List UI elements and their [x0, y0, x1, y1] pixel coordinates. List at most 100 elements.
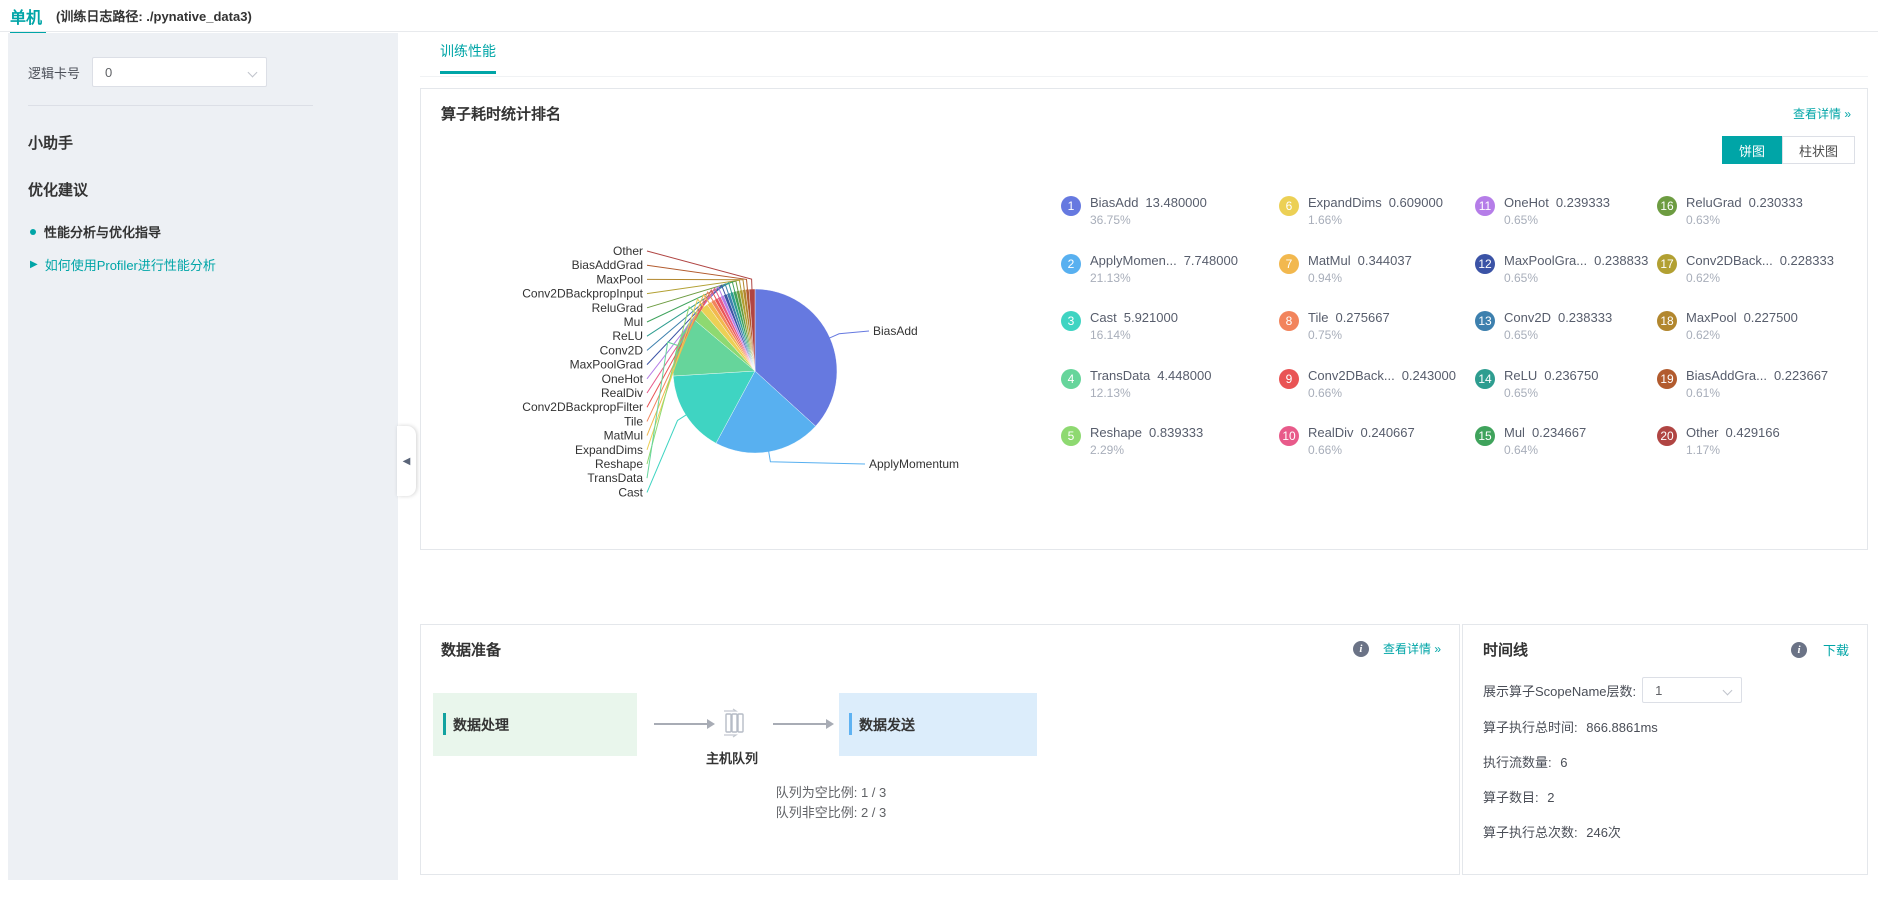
legend-item[interactable]: 4TransData4.44800012.13% — [1061, 368, 1279, 426]
data-flow-diagram: 数据处理 主机队列 数据发送 — [433, 693, 1443, 756]
accent-bar — [443, 713, 446, 735]
legend-percent: 2.29% — [1090, 443, 1203, 457]
queue-ratio-stats: 队列为空比例: 1 / 3队列非空比例: 2 / 3 — [621, 783, 1041, 823]
legend-item[interactable]: 5Reshape0.8393332.29% — [1061, 425, 1279, 483]
legend-item[interactable]: 11OneHot0.2393330.65% — [1475, 195, 1657, 253]
pie-leader-line — [769, 451, 865, 464]
download-link[interactable]: 下载 — [1823, 640, 1849, 659]
legend-percent: 0.61% — [1686, 386, 1828, 400]
operator-detail-link[interactable]: 查看详情 » — [1793, 105, 1851, 122]
sidebar-item-performance-advice[interactable]: 性能分析与优化指导 — [30, 222, 398, 241]
pie-leader-line — [829, 331, 869, 338]
pie-label: Conv2D — [600, 343, 644, 357]
info-icon[interactable]: i — [1353, 641, 1369, 657]
legend-rank-badge: 10 — [1279, 426, 1299, 446]
legend-item[interactable]: 20Other0.4291661.17% — [1657, 425, 1859, 483]
host-queue-label: 主机队列 — [670, 748, 794, 767]
legend-rank-badge: 16 — [1657, 196, 1677, 216]
chart-type-toggle: 饼图 柱状图 — [1722, 136, 1855, 164]
legend-item[interactable]: 8 Tile0.275667 0.75% — [1279, 310, 1475, 368]
legend-rank-badge: 8 — [1279, 311, 1299, 331]
legend-percent: 21.13% — [1090, 271, 1238, 285]
legend-name: MaxPoolGra...0.238833 — [1504, 253, 1648, 268]
legend-name: Cast5.921000 — [1090, 310, 1178, 325]
legend-item[interactable]: 14ReLU0.2367500.65% — [1475, 368, 1657, 426]
legend-percent: 0.65% — [1504, 213, 1610, 227]
pie-leader-line — [647, 415, 687, 493]
legend-item[interactable]: 6ExpandDims0.6090001.66% — [1279, 195, 1475, 253]
legend-name: Tile0.275667 — [1308, 310, 1390, 325]
bar-chart-button[interactable]: 柱状图 — [1782, 136, 1855, 164]
flow-step-data-processing[interactable]: 数据处理 — [433, 693, 637, 756]
legend-item[interactable]: 10RealDiv0.2406670.66% — [1279, 425, 1475, 483]
pie-label: Cast — [618, 485, 643, 499]
legend-name: ExpandDims0.609000 — [1308, 195, 1443, 210]
legend-name: RealDiv0.240667 — [1308, 425, 1415, 440]
logical-card-row: 逻辑卡号 0 — [8, 33, 398, 87]
legend-rank-badge: 7 — [1279, 254, 1299, 274]
legend-item[interactable]: 18MaxPool0.2275000.62% — [1657, 310, 1859, 368]
info-icon[interactable]: i — [1791, 642, 1807, 658]
legend-rank-badge: 9 — [1279, 369, 1299, 389]
legend-percent: 0.65% — [1504, 386, 1598, 400]
operator-chart-area: OtherBiasAddGradMaxPoolConv2DBackpropInp… — [421, 181, 1869, 541]
pie-label: ReLU — [612, 329, 643, 343]
host-queue-icon — [720, 707, 748, 739]
legend-item[interactable]: 16ReluGrad0.2303330.63% — [1657, 195, 1859, 253]
legend-percent: 1.17% — [1686, 443, 1780, 457]
legend-item[interactable]: 7MatMul0.3440370.94% — [1279, 253, 1475, 311]
legend-item[interactable]: 9 Conv2DBack...0.243000 0.66% — [1279, 368, 1475, 426]
legend-name: MaxPool0.227500 — [1686, 310, 1798, 325]
legend-percent: 0.65% — [1504, 328, 1612, 342]
pie-label: Mul — [624, 315, 643, 329]
accent-bar — [849, 713, 852, 735]
logical-card-select[interactable]: 0 — [92, 57, 267, 87]
operator-time-card: 算子耗时统计排名 查看详情 » 饼图 柱状图 OtherBiasAddGradM… — [420, 88, 1868, 550]
sidebar-collapse-handle[interactable]: ◀ — [397, 426, 416, 496]
double-angle-icon: » — [1844, 107, 1851, 121]
triangle-right-icon: ▶ — [30, 259, 38, 270]
legend-name: ApplyMomen...7.748000 — [1090, 253, 1238, 268]
legend-item[interactable]: 19BiasAddGra...0.2236670.61% — [1657, 368, 1859, 426]
legend-name: TransData4.448000 — [1090, 368, 1211, 383]
profiler-page: 单机 (训练日志路径: ./pynative_data3) 逻辑卡号 0 小助手… — [0, 0, 1878, 899]
sidebar-item-label: 性能分析与优化指导 — [44, 222, 161, 241]
timeline-stats: 算子执行总时间: 866.8861ms执行流数量: 6算子数目: 2算子执行总次… — [1483, 717, 1658, 857]
legend-name: Conv2DBack...0.228333 — [1686, 253, 1834, 268]
legend-percent: 0.66% — [1308, 386, 1456, 400]
legend-item[interactable]: 17Conv2DBack...0.2283330.62% — [1657, 253, 1859, 311]
legend-rank-badge: 17 — [1657, 254, 1677, 274]
tab-training-performance[interactable]: 训练性能 — [440, 41, 496, 74]
legend-item[interactable]: 3Cast5.92100016.14% — [1061, 310, 1279, 368]
pie-label: ReluGrad — [592, 301, 643, 315]
legend-item[interactable]: 12MaxPoolGra...0.2388330.65% — [1475, 253, 1657, 311]
legend-rank-badge: 12 — [1475, 254, 1495, 274]
timeline-card: 时间线 i 下载 展示算子ScopeName层数: 1 算子执行总时间: 866… — [1462, 624, 1868, 875]
sidebar: 逻辑卡号 0 小助手 优化建议 性能分析与优化指导 ▶ 如何使用Profiler… — [8, 33, 398, 880]
operator-card-title: 算子耗时统计排名 — [441, 103, 561, 124]
pie-label: RealDiv — [601, 386, 643, 400]
pie-chart-button[interactable]: 饼图 — [1722, 136, 1782, 164]
stat-line: 算子执行总次数: 246次 — [1483, 822, 1658, 841]
flow-step-data-sending[interactable]: 数据发送 — [839, 693, 1037, 756]
legend-item[interactable]: 15Mul0.2346670.64% — [1475, 425, 1657, 483]
stat-line: 队列为空比例: 1 / 3 — [776, 783, 887, 803]
sidebar-link-profiler-help[interactable]: ▶ 如何使用Profiler进行性能分析 — [30, 255, 398, 274]
top-header: 单机 (训练日志路径: ./pynative_data3) — [0, 0, 1878, 32]
legend-name: Conv2DBack...0.243000 — [1308, 368, 1456, 383]
legend-name: Mul0.234667 — [1504, 425, 1586, 440]
operator-pie-chart[interactable]: OtherBiasAddGradMaxPoolConv2DBackpropInp… — [421, 181, 1061, 541]
legend-item[interactable]: 1BiasAdd13.48000036.75% — [1061, 195, 1279, 253]
prep-detail-link[interactable]: 查看详情 » — [1383, 640, 1441, 657]
timeline-card-title: 时间线 — [1483, 639, 1528, 660]
scope-level-select[interactable]: 1 — [1642, 677, 1742, 703]
page-title-text: 单机 — [10, 10, 42, 27]
legend-rank-badge: 19 — [1657, 369, 1677, 389]
legend-item[interactable]: 2ApplyMomen...7.74800021.13% — [1061, 253, 1279, 311]
page-title: 单机 — [10, 4, 42, 28]
legend-rank-badge: 1 — [1061, 196, 1081, 216]
legend-item[interactable]: 13Conv2D0.2383330.65% — [1475, 310, 1657, 368]
legend-percent: 0.63% — [1686, 213, 1803, 227]
chevron-down-icon — [1723, 686, 1733, 696]
legend-percent: 0.75% — [1308, 328, 1390, 342]
